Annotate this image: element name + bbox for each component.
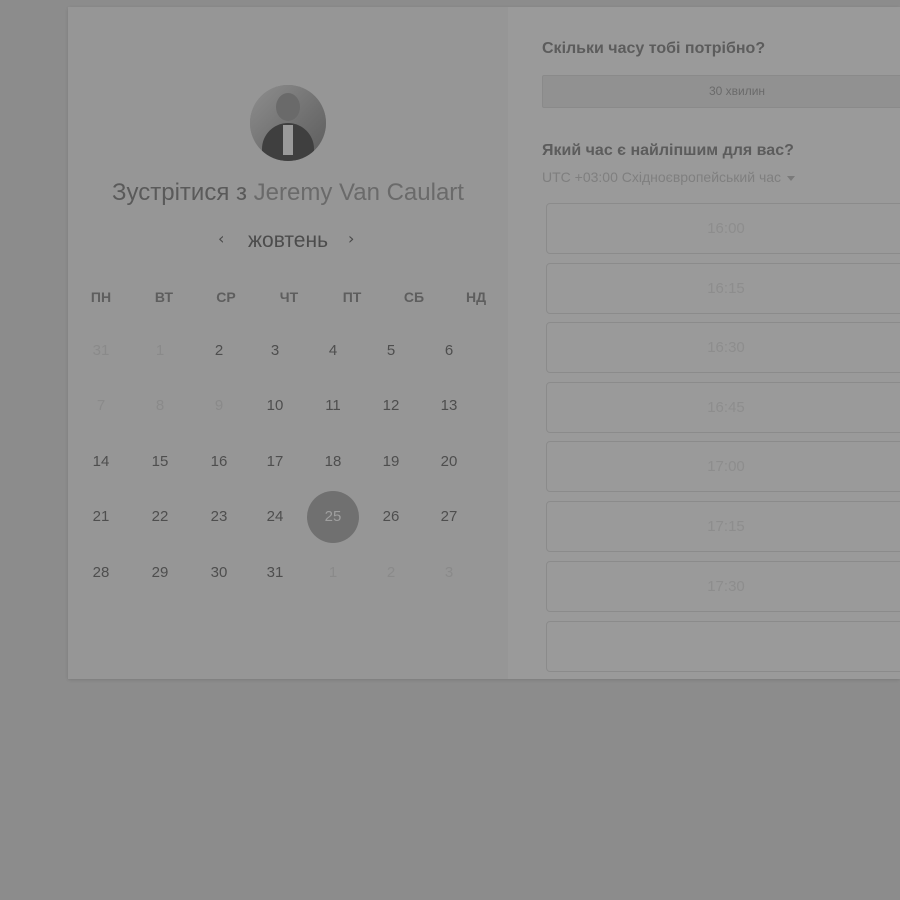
calendar-panel: Зустрітися з Jeremy Van Caulart жовтень … [68,7,508,679]
time-slot-button[interactable]: 17:00 [546,441,900,493]
weekday-label: ПН [90,289,112,305]
calendar-day[interactable]: 20 [429,450,469,474]
time-slot-partial[interactable] [546,621,900,672]
time-slot-button[interactable]: 16:30 [546,322,900,374]
weekday-label: ПТ [342,289,362,305]
calendar-day[interactable]: 14 [81,450,121,474]
weekday-label: СБ [403,289,425,305]
weekday-label: НД [465,289,487,305]
calendar-day[interactable]: 30 [199,561,239,585]
calendar-day[interactable]: 5 [371,339,411,363]
calendar-day: 3 [444,564,454,581]
avatar [250,85,326,161]
calendar-day[interactable]: 12 [371,394,411,418]
calendar-day[interactable]: 18 [313,450,353,474]
calendar-day[interactable]: 23 [199,505,239,529]
calendar-day[interactable]: 31 [255,561,295,585]
calendar-day[interactable]: 13 [429,394,469,418]
time-slot-button[interactable]: 16:45 [546,381,900,433]
calendar-day: 9 [214,397,224,414]
selected-day[interactable]: 25 [307,491,359,543]
calendar-day: 31 [92,342,110,359]
time-slot-button[interactable]: 16:15 [546,262,900,314]
calendar-day: 1 [155,342,165,359]
caret-down-icon [787,175,796,181]
chevron-right-icon[interactable]: › [348,229,354,248]
weekday-label: ВТ [154,289,174,305]
calendar-day: 1 [328,564,338,581]
booking-card: Зустрітися з Jeremy Van Caulart жовтень … [68,7,900,679]
timezone-label: UTC +03:00 Східноєвропейський час [542,169,782,185]
calendar-day[interactable]: 29 [140,561,180,585]
month-label: жовтень [247,229,329,252]
calendar-day[interactable]: 19 [371,450,411,474]
time-slot-button[interactable]: 17:15 [546,501,900,552]
calendar-day[interactable]: 28 [81,561,121,585]
calendar-day[interactable]: 3 [255,339,295,363]
calendar-day[interactable]: 11 [313,394,353,418]
calendar-day[interactable]: 2 [199,339,239,363]
title-prefix: Зустрітися з [112,179,247,206]
time-slot-button[interactable]: 16:00 [546,203,900,254]
time-panel: Скільки часу тобі потрібно? 30 хвилин Як… [508,7,900,679]
organizer-name: Jeremy Van Caulart [253,179,464,206]
calendar-day[interactable]: 24 [255,505,295,529]
calendar-day: 8 [155,397,165,414]
calendar-day: 7 [96,397,106,414]
time-question: Який час є найліпшим для вас? [542,142,794,159]
calendar-day[interactable]: 17 [255,450,295,474]
calendar-day[interactable]: 4 [313,339,353,363]
calendar-day[interactable]: 6 [429,339,469,363]
weekday-label: ЧТ [279,289,299,305]
duration-button[interactable]: 30 хвилин [542,75,900,108]
calendar-day[interactable]: 27 [429,505,469,529]
calendar-day: 2 [386,564,396,581]
time-slot-button[interactable]: 17:30 [546,560,900,612]
calendar-day[interactable]: 22 [140,505,180,529]
weekday-label: СР [216,289,236,305]
calendar-day[interactable]: 21 [81,505,121,529]
chevron-left-icon[interactable]: ‹ [218,229,224,248]
calendar-day[interactable]: 10 [255,394,295,418]
calendar-day[interactable]: 16 [199,450,239,474]
month-navigation: жовтень ‹ › [68,227,508,257]
page-title: Зустрітися з Jeremy Van Caulart [68,179,508,207]
calendar-day[interactable]: 15 [140,450,180,474]
calendar-day[interactable]: 26 [371,505,411,529]
duration-question: Скільки часу тобі потрібно? [542,40,766,57]
timezone-selector[interactable]: UTC +03:00 Східноєвропейський час [542,169,796,185]
